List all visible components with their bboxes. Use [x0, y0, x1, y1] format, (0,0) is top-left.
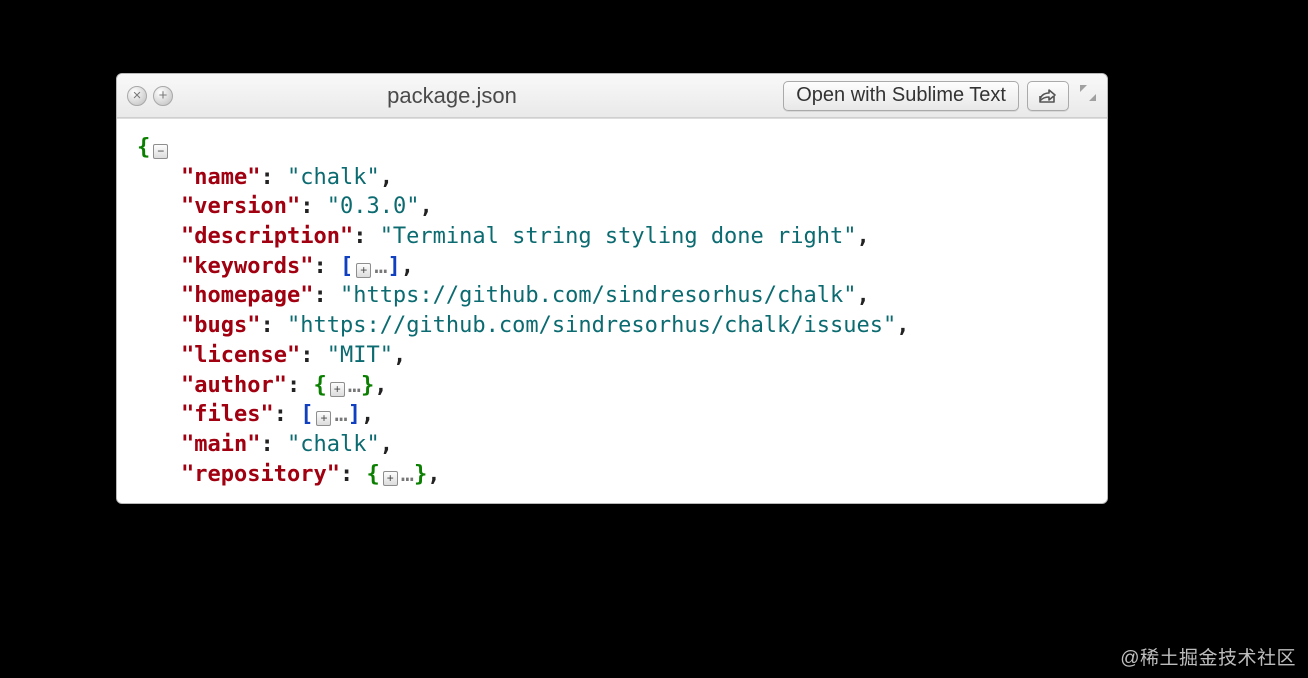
json-key: "keywords" [181, 254, 313, 279]
fold-toggle[interactable]: + [316, 411, 331, 426]
add-icon[interactable]: + [153, 86, 173, 106]
fullscreen-icon[interactable] [1079, 84, 1097, 107]
json-entry: "main": "chalk", [137, 430, 1087, 460]
share-icon[interactable] [1027, 81, 1069, 111]
json-key: "bugs" [181, 313, 260, 338]
preview-window: × + package.json Open with Sublime Text … [116, 73, 1108, 504]
json-key: "homepage" [181, 283, 313, 308]
json-entry: "version": "0.3.0", [137, 192, 1087, 222]
fold-toggle[interactable]: + [356, 263, 371, 278]
json-key: "license" [181, 343, 300, 368]
json-entry: "description": "Terminal string styling … [137, 222, 1087, 252]
json-entry: "homepage": "https://github.com/sindreso… [137, 281, 1087, 311]
json-key: "author" [181, 373, 287, 398]
json-entry: "name": "chalk", [137, 163, 1087, 193]
json-entry: "author": {+…}, [137, 371, 1087, 401]
json-entry: "repository": {+…}, [137, 460, 1087, 490]
titlebar-left: × + [127, 86, 173, 106]
json-viewer: {−"name": "chalk","version": "0.3.0","de… [117, 118, 1107, 503]
fold-toggle[interactable]: + [383, 471, 398, 486]
json-key: "description" [181, 224, 353, 249]
watermark: @稀土掘金技术社区 [1120, 643, 1296, 670]
json-entry: "bugs": "https://github.com/sindresorhus… [137, 311, 1087, 341]
fold-toggle[interactable]: + [330, 382, 345, 397]
json-key: "name" [181, 165, 260, 190]
titlebar-right: Open with Sublime Text [783, 81, 1097, 111]
open-with-button[interactable]: Open with Sublime Text [783, 81, 1019, 111]
json-key: "version" [181, 194, 300, 219]
json-key: "files" [181, 402, 274, 427]
fold-toggle[interactable]: − [153, 144, 168, 159]
json-entry: "license": "MIT", [137, 341, 1087, 371]
json-key: "repository" [181, 462, 340, 487]
titlebar: × + package.json Open with Sublime Text [117, 74, 1107, 118]
json-key: "main" [181, 432, 260, 457]
json-entry: "files": [+…], [137, 400, 1087, 430]
close-icon[interactable]: × [127, 86, 147, 106]
json-entry: "keywords": [+…], [137, 252, 1087, 282]
